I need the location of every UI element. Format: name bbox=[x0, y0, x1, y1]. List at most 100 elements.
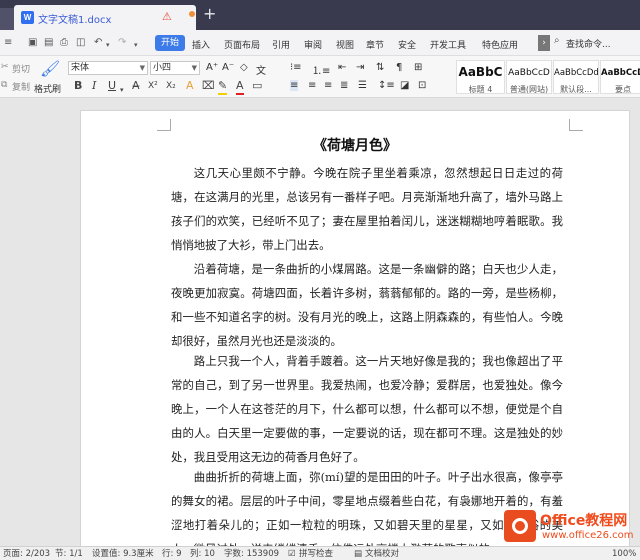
open-icon[interactable]: ▤ bbox=[44, 37, 53, 49]
char-border-icon[interactable]: ▭ bbox=[252, 79, 262, 93]
show-marks-icon[interactable]: ¶ bbox=[396, 62, 402, 73]
grow-font-icon[interactable]: A⁺ bbox=[206, 62, 218, 73]
tab-security[interactable]: 安全 bbox=[398, 38, 416, 51]
tab-page-layout[interactable]: 页面布局 bbox=[224, 38, 260, 51]
save-icon[interactable]: ▣ bbox=[28, 37, 37, 49]
style-name: 默认段... bbox=[560, 85, 592, 94]
align-left-icon[interactable]: ≡ bbox=[290, 80, 299, 91]
undo-dropdown-icon[interactable]: ▾ bbox=[106, 39, 110, 51]
font-color-icon[interactable]: A bbox=[236, 79, 244, 95]
clear-format-icon[interactable]: ◇ bbox=[240, 62, 248, 73]
tab-insert[interactable]: 插入 bbox=[192, 38, 210, 51]
site-watermark: Office教程网 www.office26.com bbox=[500, 508, 640, 548]
ribbon-scroll-button[interactable]: › bbox=[538, 35, 550, 51]
ribbon-toolbar: ✂ 剪切 ⧉ 复制 🖌 格式刷 宋体 ▼ 小四 ▼ A⁺ A⁻ ◇ 文 B I … bbox=[0, 56, 640, 98]
home-tab[interactable] bbox=[0, 8, 14, 30]
font-size-select[interactable]: 小四 ▼ bbox=[150, 61, 200, 75]
numbered-list-icon[interactable]: ⒈≡ bbox=[312, 62, 330, 77]
warning-icon[interactable]: ⚠ bbox=[162, 10, 172, 23]
shading-icon[interactable]: ◪ bbox=[400, 80, 409, 91]
distributed-icon[interactable]: ☰ bbox=[358, 80, 367, 91]
style-heading4[interactable]: AaBbC 标题 4 bbox=[456, 60, 505, 94]
tab-section[interactable]: 章节 bbox=[366, 38, 384, 51]
tab-developer[interactable]: 开发工具 bbox=[430, 38, 466, 51]
bold-icon[interactable]: B bbox=[74, 79, 82, 93]
command-search[interactable]: › ⌕ 查找命令... bbox=[538, 35, 640, 51]
copy-icon[interactable]: ⧉ bbox=[1, 80, 7, 90]
copy-button[interactable]: 复制 bbox=[12, 80, 30, 93]
font-name-select[interactable]: 宋体 ▼ bbox=[68, 61, 148, 75]
italic-icon[interactable]: I bbox=[92, 79, 96, 93]
crop-mark bbox=[157, 119, 171, 131]
new-tab-button[interactable]: + bbox=[203, 6, 216, 22]
redo-icon[interactable]: ↷ bbox=[118, 37, 126, 49]
style-sample: AaBbCcD bbox=[508, 68, 550, 78]
font-size-value: 小四 bbox=[153, 63, 172, 73]
style-normal-web[interactable]: AaBbCcD 普通(网站) bbox=[506, 60, 552, 94]
underline-icon[interactable]: U bbox=[108, 79, 116, 93]
phonetic-icon[interactable]: 文 bbox=[256, 62, 266, 77]
chevron-down-icon: ▼ bbox=[191, 64, 197, 72]
paragraph: 路上只我一个人，背着手踱着。这一片天地好像是我的；我也像超出了平常的自己，到了另… bbox=[171, 354, 563, 464]
tab-features[interactable]: 特色应用 bbox=[482, 38, 518, 51]
strikethrough-icon[interactable]: A̶ bbox=[132, 79, 140, 93]
document-tab-title: 文字文稿1.docx bbox=[38, 15, 112, 26]
align-center-icon[interactable]: ≡ bbox=[308, 80, 316, 91]
highlight-icon[interactable]: ✎ bbox=[218, 79, 228, 95]
document-canvas[interactable]: 《荷塘月色》 这几天心里颇不宁静。今晚在院子里坐着乘凉，忽然想起日日走过的荷塘，… bbox=[0, 98, 640, 546]
superscript-icon[interactable]: X² bbox=[148, 79, 158, 93]
style-name: 普通(网站) bbox=[509, 85, 549, 94]
unsaved-dot-icon bbox=[189, 11, 195, 17]
style-sample: AaBbC bbox=[458, 65, 503, 79]
status-setting: 设置值: 9.3厘米 bbox=[92, 549, 154, 559]
chevron-down-icon[interactable]: ▾ bbox=[120, 83, 124, 97]
watermark-brand: Office教程网 bbox=[540, 513, 628, 529]
zoom-level[interactable]: 100% bbox=[612, 548, 636, 560]
tab-view[interactable]: 视图 bbox=[336, 38, 354, 51]
search-icon: ⌕ bbox=[554, 35, 560, 46]
cut-icon[interactable]: ✂ bbox=[1, 62, 9, 72]
document-tab[interactable]: W 文字文稿1.docx ⚠ bbox=[14, 5, 196, 30]
chevron-down-icon: ▼ bbox=[139, 64, 145, 72]
shrink-font-icon[interactable]: A⁻ bbox=[222, 62, 234, 73]
style-name: 标题 4 bbox=[468, 85, 493, 94]
customize-dropdown-icon[interactable]: ▾ bbox=[134, 39, 138, 51]
proofread-icon[interactable]: ▤ bbox=[354, 548, 362, 560]
wps-writer-window: W 文字文稿1.docx ⚠ + ≡ ▣ ▤ ⎙ ◫ ↶ ▾ ↷ ▾ 开始 插入… bbox=[0, 0, 640, 560]
format-painter-button[interactable]: 格式刷 bbox=[34, 82, 61, 95]
print-icon[interactable]: ⎙ bbox=[60, 37, 68, 49]
subscript-icon[interactable]: X₂ bbox=[166, 79, 176, 93]
align-right-icon[interactable]: ≡ bbox=[324, 80, 332, 91]
tab-start[interactable]: 开始 bbox=[155, 35, 185, 51]
increase-indent-icon[interactable]: ⇥ bbox=[356, 62, 364, 73]
decrease-indent-icon[interactable]: ⇤ bbox=[338, 62, 346, 73]
status-words[interactable]: 字数: 153909 bbox=[224, 548, 279, 560]
bullet-list-icon[interactable]: ⁝≡ bbox=[290, 62, 302, 73]
justify-icon[interactable]: ≣ bbox=[340, 80, 348, 91]
status-bar: 页面: 2/203 节: 1/1 设置值: 9.3厘米 行: 9 列: 10 字… bbox=[0, 546, 640, 560]
paragraph: 这几天心里颇不宁静。今晚在院子里坐着乘凉，忽然想起日日走过的荷塘，在这满月的光里… bbox=[171, 166, 563, 252]
status-page[interactable]: 页面: 2/203 bbox=[3, 548, 50, 560]
tab-references[interactable]: 引用 bbox=[272, 38, 290, 51]
proofread-button[interactable]: 文档校对 bbox=[365, 548, 399, 560]
line-spacing-icon[interactable]: ↕≡ bbox=[378, 80, 395, 91]
text-effect-icon[interactable]: A bbox=[186, 79, 194, 93]
tab-review[interactable]: 审阅 bbox=[304, 38, 322, 51]
menu-bar: ≡ ▣ ▤ ⎙ ◫ ↶ ▾ ↷ ▾ 开始 插入 页面布局 引用 审阅 视图 章节… bbox=[0, 30, 640, 56]
spell-check-icon[interactable]: ☑ bbox=[288, 548, 296, 560]
format-painter-icon[interactable]: 🖌 bbox=[40, 59, 60, 78]
document-page[interactable]: 《荷塘月色》 这几天心里颇不宁静。今晚在院子里坐着乘凉，忽然想起日日走过的荷塘，… bbox=[80, 110, 630, 546]
spell-check-button[interactable]: 拼写检查 bbox=[299, 548, 333, 560]
style-key-point[interactable]: AaBbCcDd 要点 bbox=[600, 60, 640, 94]
undo-icon[interactable]: ↶ bbox=[94, 37, 102, 49]
style-default-para[interactable]: AaBbCcDd 默认段... bbox=[553, 60, 599, 94]
office-logo-icon bbox=[504, 510, 536, 542]
sort-icon[interactable]: ⇅ bbox=[376, 62, 384, 73]
preview-icon[interactable]: ◫ bbox=[76, 37, 85, 49]
style-sample: AaBbCcDd bbox=[601, 68, 640, 78]
border-icon[interactable]: ⊡ bbox=[418, 80, 426, 91]
table-icon[interactable]: ⊞ bbox=[414, 62, 422, 73]
text-box-icon[interactable]: ⌧ bbox=[202, 79, 215, 93]
cut-button[interactable]: 剪切 bbox=[12, 62, 30, 75]
menu-icon[interactable]: ≡ bbox=[4, 37, 12, 49]
